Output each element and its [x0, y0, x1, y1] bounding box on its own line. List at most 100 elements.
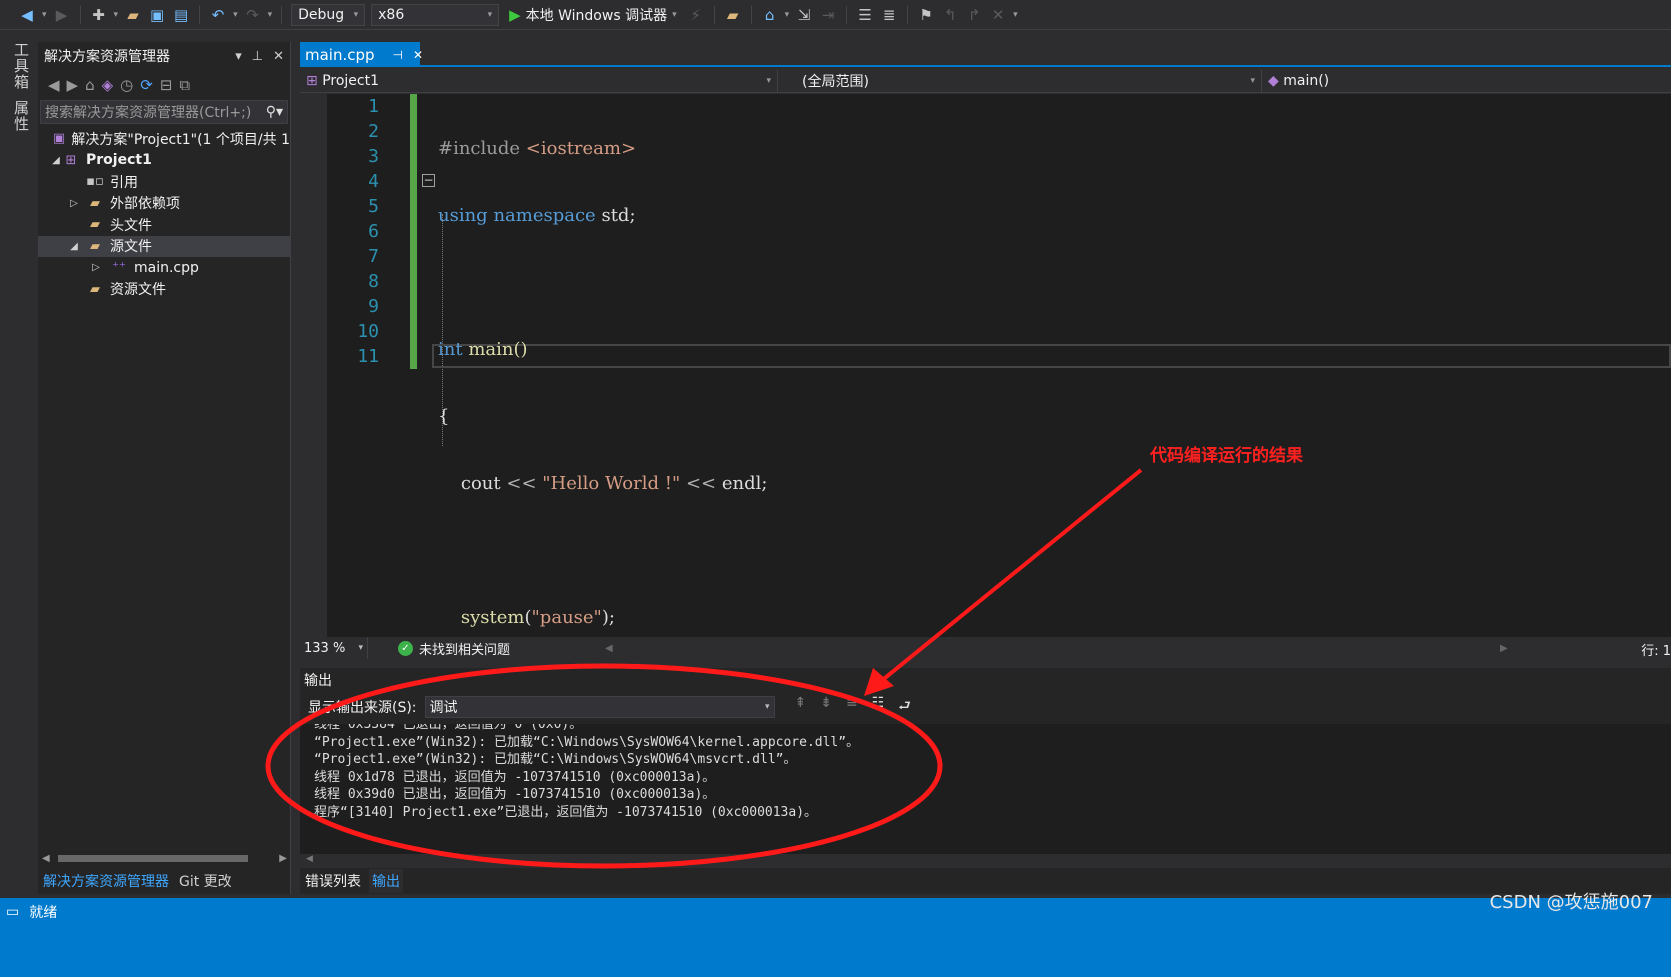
scroll-right-icon[interactable]: ▶ — [1500, 643, 1508, 654]
new-project-icon[interactable]: ✚ — [90, 6, 108, 24]
clear-message-icon[interactable]: ≡ — [846, 695, 858, 719]
code-editor[interactable]: 1 2 3 4 5 6 7 8 9 10 11 − #include <iost… — [300, 94, 1671, 829]
toolbar-overflow-icon[interactable]: ▾ — [1013, 10, 1018, 20]
new-dropdown-icon[interactable]: ▾ — [114, 10, 119, 20]
step-over-icon[interactable]: ⇥ — [819, 6, 837, 24]
output-horizontal-scrollbar[interactable]: ◀ — [300, 854, 1671, 868]
platform-select[interactable]: x86 ▾ — [371, 3, 500, 26]
uncomment-lines-icon[interactable]: ≣ — [880, 6, 898, 24]
step-into-icon[interactable]: ⇲ — [795, 6, 813, 24]
clear-bookmarks-icon[interactable]: ✕ — [989, 6, 1007, 24]
browse-folder-icon[interactable]: ▰ — [724, 6, 742, 24]
collapsed-arrow-icon[interactable]: ▷ — [68, 198, 80, 209]
tab-output[interactable]: 输出 — [369, 869, 403, 893]
panel-menu-icon[interactable]: ▾ — [235, 49, 242, 64]
next-bookmark-icon[interactable]: ↱ — [965, 6, 983, 24]
tree-item-source-files[interactable]: ◢ ▰ 源文件 — [38, 235, 290, 257]
tree-item-solution[interactable]: ▣ 解决方案"Project1"(1 个项目/共 1 — [38, 128, 290, 150]
solution-search-input[interactable]: 搜索解决方案资源管理器(Ctrl+;) ⚲▾ — [40, 100, 288, 124]
tab-git-changes[interactable]: Git 更改 — [179, 871, 232, 891]
back-dropdown-icon[interactable]: ▾ — [42, 10, 47, 20]
window-dropdown-icon[interactable]: ▾ — [785, 10, 790, 20]
redo-icon[interactable]: ↷ — [244, 6, 262, 24]
open-file-icon[interactable]: ▰ — [124, 6, 142, 24]
scroll-left-icon[interactable]: ◀ — [42, 853, 50, 864]
save-all-icon[interactable]: ▤ — [172, 6, 190, 24]
pending-changes-icon[interactable]: ◷ — [120, 76, 133, 94]
expanded-arrow-icon[interactable]: ◢ — [68, 241, 80, 252]
bookmark-icon[interactable]: ⚑ — [917, 6, 935, 24]
pin-tab-icon[interactable]: ⊣ — [393, 48, 403, 62]
home-icon[interactable]: ⌂ — [85, 76, 95, 94]
search-icon[interactable]: ⚲▾ — [266, 104, 283, 120]
chevron-down-icon: ▾ — [672, 9, 677, 20]
member-nav-select[interactable]: ◆ main() — [1262, 70, 1671, 92]
code-line-4: int main() — [438, 339, 528, 360]
tree-item-resource-files[interactable]: ▰ 资源文件 — [38, 279, 290, 301]
comment-lines-icon[interactable]: ☰ — [856, 6, 874, 24]
properties-tab[interactable]: 属性 — [11, 100, 32, 132]
output-title: 输出 — [304, 673, 332, 689]
tree-item-header-files[interactable]: ▰ 头文件 — [38, 214, 290, 236]
output-line: “Project1.exe”(Win32): 已加载“C:\Windows\Sy… — [314, 752, 797, 768]
find-prev-message-icon[interactable]: ⇞ — [795, 695, 807, 719]
project-nav-select[interactable]: ⊞ Project1 ▾ — [300, 69, 778, 92]
switch-views-icon[interactable]: ◈ — [102, 76, 114, 94]
horizontal-scrollbar[interactable]: ◀ ▶ — [38, 850, 291, 866]
start-debugging-button[interactable]: ▶ 本地 Windows 调试器 ▾ — [505, 5, 680, 25]
annotation-label: 代码编译运行的结果 — [1150, 446, 1303, 466]
panel-title-bar: 解决方案资源管理器 ▾ ⊥ ✕ — [38, 42, 290, 70]
collapse-all-icon[interactable]: ⊟ — [160, 76, 173, 94]
collapsed-arrow-icon[interactable]: ▷ — [90, 262, 102, 273]
undo-icon[interactable]: ↶ — [209, 6, 227, 24]
back-icon[interactable]: ◀ — [48, 76, 60, 94]
tab-error-list[interactable]: 错误列表 — [305, 871, 361, 891]
zoom-select[interactable]: 133 % ▾ — [300, 637, 368, 659]
scope-nav-select[interactable]: (全局范围) ▾ — [778, 69, 1262, 92]
collapse-block-icon[interactable]: − — [422, 174, 435, 187]
show-all-files-icon[interactable]: ⧉ — [179, 76, 190, 94]
toolbar-separator — [846, 5, 848, 24]
find-next-message-icon[interactable]: ⇟ — [820, 695, 832, 719]
expanded-arrow-icon[interactable]: ◢ — [50, 155, 62, 166]
tree-item-main-cpp[interactable]: ▷ ⁺⁺ main.cpp — [38, 257, 290, 279]
tree-item-external-deps[interactable]: ▷ ▰ 外部依赖项 — [38, 193, 290, 215]
back-icon[interactable]: ◀ — [18, 6, 36, 24]
tree-item-label: Project1 — [86, 152, 152, 169]
home-window-icon[interactable]: ⌂ — [761, 6, 779, 24]
issues-indicator[interactable]: ✓ 未找到相关问题 — [398, 639, 510, 658]
toolbar-separator — [750, 5, 752, 24]
line-column-indicator: 行: 1 — [1641, 644, 1671, 659]
close-tab-icon[interactable]: ✕ — [413, 48, 423, 62]
scroll-thumb[interactable] — [58, 855, 248, 862]
code-line-1: #include <iostream> — [438, 138, 637, 159]
tree-item-project[interactable]: ◢ ⊞ Project1 — [38, 150, 290, 172]
save-icon[interactable]: ▣ — [148, 6, 166, 24]
config-select[interactable]: Debug ▾ — [291, 3, 366, 26]
sync-icon[interactable]: ⟳ — [140, 76, 153, 94]
forward-icon[interactable]: ▶ — [67, 76, 79, 94]
toolbox-tab[interactable]: 工具箱 — [11, 42, 32, 90]
redo-dropdown-icon[interactable]: ▾ — [268, 10, 273, 20]
tree-item-references[interactable]: ▪▫ 引用 — [38, 171, 290, 193]
hot-reload-icon[interactable]: ⚡ — [687, 6, 705, 24]
scroll-left-icon[interactable]: ◀ — [605, 643, 613, 654]
status-bar: ▭ 就绪 — [0, 898, 1671, 977]
cpp-file-icon: ⁺⁺ — [112, 260, 126, 276]
line-number: 5 — [368, 196, 379, 217]
scroll-right-icon[interactable]: ▶ — [279, 853, 287, 864]
output-line: 线程 0x1d78 已退出，返回值为 -1073741510 (0xc00001… — [314, 769, 716, 785]
undo-dropdown-icon[interactable]: ▾ — [233, 10, 238, 20]
forward-icon[interactable]: ▶ — [53, 6, 71, 24]
tab-solution-explorer[interactable]: 解决方案资源管理器 — [43, 871, 169, 891]
line-number: 3 — [368, 146, 379, 167]
word-wrap-icon[interactable]: ⮐ — [898, 695, 911, 719]
output-source-select[interactable]: 调试 ▾ — [424, 696, 775, 718]
close-icon[interactable]: ✕ — [273, 49, 284, 64]
prev-bookmark-icon[interactable]: ↰ — [941, 6, 959, 24]
clear-all-icon[interactable]: ☷ — [872, 695, 885, 719]
pin-icon[interactable]: ⊥ — [252, 49, 263, 64]
tab-main-cpp[interactable]: main.cpp ⊣ ✕ — [300, 42, 423, 67]
toolbar-separator — [199, 5, 201, 24]
